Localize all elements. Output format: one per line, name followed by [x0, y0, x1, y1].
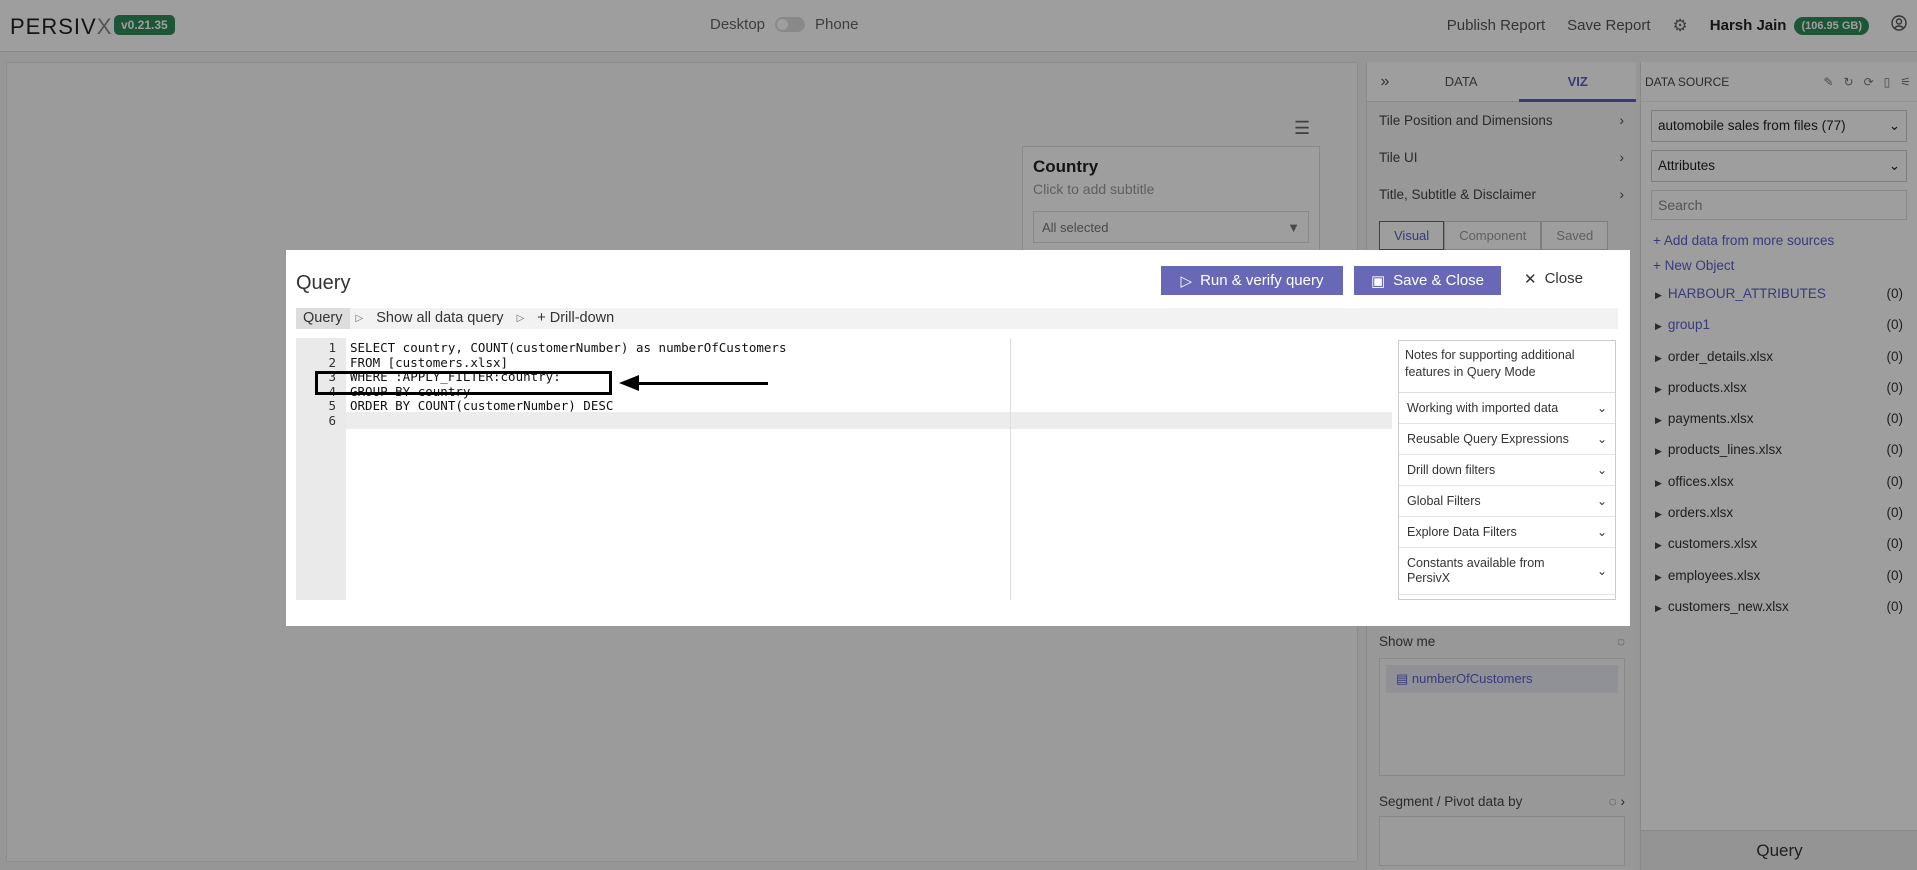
- close-button[interactable]: ✕ Close: [1524, 270, 1583, 288]
- save-close-button[interactable]: ▣ Save & Close: [1354, 266, 1501, 295]
- highlight-box: [315, 371, 612, 395]
- line-number: 1: [328, 340, 336, 355]
- sql-editor[interactable]: 1 2 3 4 5 6 SELECT country, COUNT(custom…: [296, 338, 1392, 600]
- chevron-down-icon: ⌄: [1596, 525, 1607, 539]
- note-working-with-imported-data[interactable]: Working with imported data ⌄: [1399, 393, 1615, 424]
- annotation-arrow: [636, 382, 768, 385]
- tab-query[interactable]: Query: [296, 308, 350, 329]
- line-number: 6: [328, 412, 336, 428]
- note-global-filters[interactable]: Global Filters ⌄: [1399, 486, 1615, 517]
- query-tabs: Query ▷ Show all data query ▷ + Drill-do…: [296, 308, 1618, 329]
- note-label: Drill down filters: [1407, 463, 1496, 477]
- run-verify-button[interactable]: ▷ Run & verify query: [1161, 266, 1343, 295]
- chevron-down-icon: ⌄: [1596, 463, 1607, 477]
- note-explore-data-filters[interactable]: Explore Data Filters ⌄: [1399, 517, 1615, 548]
- note-label: Working with imported data: [1407, 401, 1559, 415]
- code-line: SELECT country, COUNT(customerNumber) as…: [350, 340, 787, 355]
- line-number: 5: [328, 398, 336, 413]
- triangle-right-icon: ▷: [355, 313, 364, 324]
- chevron-down-icon: ⌄: [1596, 401, 1607, 415]
- query-modal: Query ▷ Run & verify query ▣ Save & Clos…: [286, 250, 1630, 626]
- note-label: Reusable Query Expressions: [1407, 432, 1569, 446]
- tab-show-all-data-query[interactable]: Show all data query: [369, 308, 510, 329]
- code-line: ORDER BY COUNT(customerNumber) DESC: [350, 398, 614, 413]
- save-icon: ▣: [1370, 272, 1386, 290]
- play-icon: ▷: [1180, 272, 1193, 290]
- notes-header: Notes for supporting additional features…: [1399, 341, 1615, 393]
- note-label: Global Filters: [1407, 494, 1481, 508]
- note-reusable-query-expressions[interactable]: Reusable Query Expressions ⌄: [1399, 424, 1615, 455]
- note-label: Explore Data Filters: [1407, 525, 1517, 539]
- code-line: FROM [customers.xlsx]: [350, 354, 509, 370]
- close-label: Close: [1544, 270, 1583, 287]
- note-constants[interactable]: Constants available from PersivX ⌄: [1399, 548, 1615, 595]
- run-verify-label: Run & verify query: [1200, 272, 1324, 289]
- chevron-down-icon: ⌄: [1596, 563, 1607, 578]
- active-line: [346, 412, 1392, 429]
- editor-divider: [1010, 338, 1011, 600]
- triangle-right-icon: ▷: [516, 313, 525, 324]
- save-close-label: Save & Close: [1393, 272, 1485, 289]
- chevron-down-icon: ⌄: [1596, 494, 1607, 508]
- note-label: Constants available from PersivX: [1407, 556, 1545, 585]
- notes-panel: Notes for supporting additional features…: [1398, 340, 1616, 600]
- modal-title: Query: [296, 272, 351, 294]
- chevron-down-icon: ⌄: [1596, 432, 1607, 446]
- tab-drill-down[interactable]: + Drill-down: [530, 308, 621, 329]
- line-number: 2: [328, 354, 336, 370]
- close-icon: ✕: [1524, 271, 1537, 288]
- note-drill-down-filters[interactable]: Drill down filters ⌄: [1399, 455, 1615, 486]
